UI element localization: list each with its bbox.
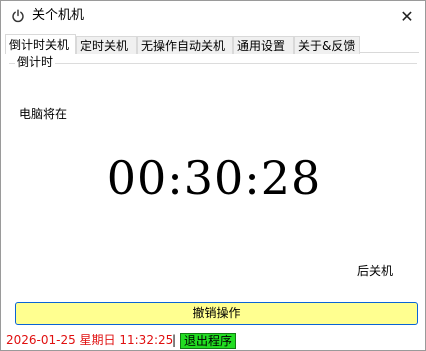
groupbox-title: 倒计时 bbox=[15, 55, 56, 69]
tab-scheduled-shutdown[interactable]: 定时关机 bbox=[76, 36, 137, 54]
tab-countdown-shutdown[interactable]: 倒计时关机 bbox=[5, 34, 76, 54]
close-button[interactable]: ✕ bbox=[389, 1, 425, 31]
close-icon: ✕ bbox=[400, 6, 414, 26]
exit-program-button[interactable]: 退出程序 bbox=[180, 333, 237, 349]
tab-label: 通用设置 bbox=[237, 39, 286, 53]
tab-idle-shutdown[interactable]: 无操作自动关机 bbox=[137, 36, 233, 54]
countdown-display: 00:30:28 bbox=[106, 151, 322, 205]
shutdown-prefix-label: 电脑将在 bbox=[19, 107, 68, 121]
title-bar[interactable]: 关个机机 ✕ bbox=[1, 1, 425, 31]
tab-general-settings[interactable]: 通用设置 bbox=[233, 36, 294, 54]
tab-about-feedback[interactable]: 关于&反馈 bbox=[294, 36, 360, 54]
current-datetime: 2026-01-25 星期日 11:32:25 bbox=[6, 333, 174, 347]
cancel-operation-button[interactable]: 撤销操作 bbox=[15, 302, 418, 325]
window-title: 关个机机 bbox=[32, 8, 85, 23]
tab-strip: 倒计时关机 定时关机 无操作自动关机 通用设置 关于&反馈 bbox=[5, 34, 423, 54]
status-separator: | bbox=[172, 333, 177, 347]
tab-label: 关于&反馈 bbox=[298, 39, 356, 53]
tab-label: 倒计时关机 bbox=[9, 38, 70, 52]
tab-label: 定时关机 bbox=[80, 39, 129, 53]
power-icon bbox=[12, 9, 24, 23]
app-window: 关个机机 ✕ 倒计时关机 定时关机 无操作自动关机 通用设置 关于&反馈 倒计时… bbox=[0, 0, 426, 351]
tab-label: 无操作自动关机 bbox=[141, 39, 226, 53]
shutdown-suffix-label: 后关机 bbox=[357, 264, 394, 278]
